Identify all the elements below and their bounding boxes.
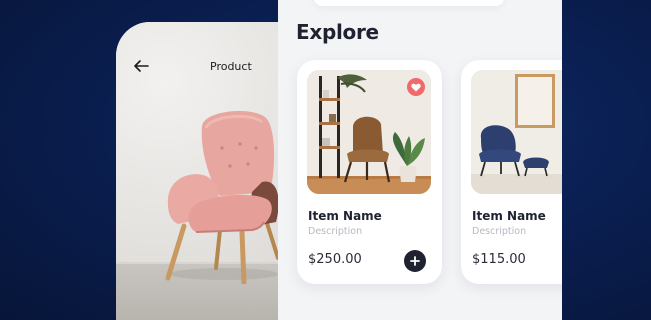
product-card[interactable]: Item Name Description $115.00 — [461, 60, 562, 284]
favorite-button[interactable] — [407, 78, 425, 96]
explore-panel: Explore Item Name Description $250.00 It… — [278, 0, 562, 320]
item-description: Description — [472, 226, 527, 237]
page-title: Explore — [296, 20, 379, 44]
heart-icon — [411, 83, 421, 91]
item-description: Description — [308, 226, 363, 237]
item-name: Item Name — [472, 209, 546, 223]
item-name: Item Name — [308, 209, 382, 223]
item-price: $115.00 — [472, 252, 526, 267]
blue-chair-scene-image — [471, 70, 562, 194]
product-image — [307, 70, 431, 194]
item-price: $250.00 — [308, 252, 362, 267]
pink-armchair-image — [165, 111, 278, 284]
product-screen: Product — [116, 22, 278, 320]
add-to-cart-button[interactable] — [404, 250, 426, 272]
product-title: Product — [210, 60, 252, 73]
product-card[interactable]: Item Name Description $250.00 — [297, 60, 442, 284]
plus-icon — [410, 256, 420, 266]
arrow-left-icon[interactable] — [132, 58, 150, 74]
product-image — [471, 70, 562, 194]
search-bar[interactable] — [314, 0, 504, 6]
